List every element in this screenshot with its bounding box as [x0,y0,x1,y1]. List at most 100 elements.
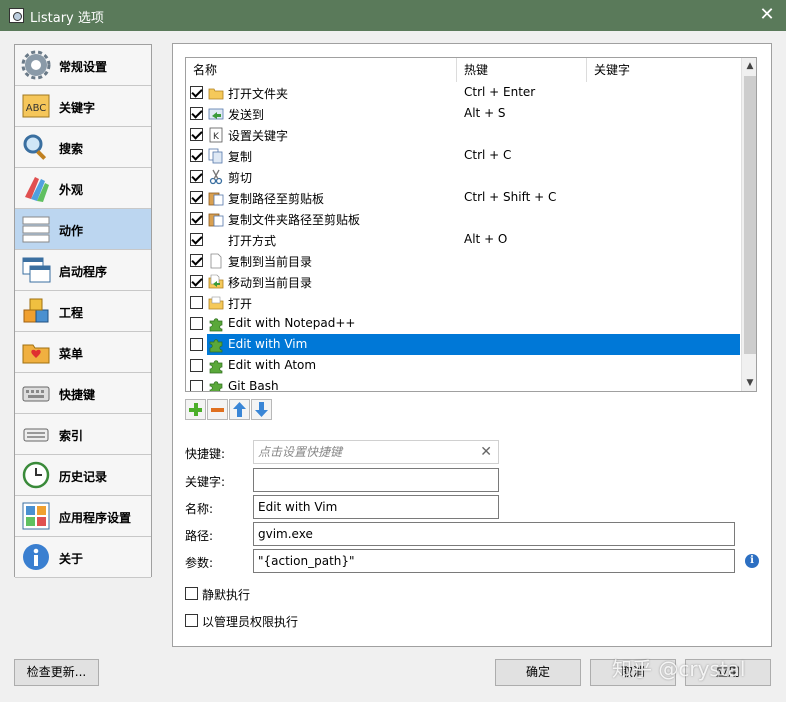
row-checkbox[interactable] [190,359,203,372]
args-input[interactable]: "{action_path}" [253,549,735,573]
path-label: 路径: [185,529,214,543]
table-row[interactable]: K 设置关键字 [186,124,741,145]
sidebar-item-label: 搜索 [59,142,84,156]
column-header-keyword[interactable]: 关键字 [587,58,741,82]
row-hotkey: Alt + S [464,106,506,120]
row-name: 复制 [228,150,253,164]
close-button[interactable]: ✕ [756,4,778,26]
sidebar-item-11[interactable]: 应用程序设置 [15,496,151,537]
sidebar-item-label: 外观 [59,183,84,197]
row-checkbox[interactable] [190,86,203,99]
keyword-icon: K [208,127,224,143]
row-name: 打开 [228,297,253,311]
move-down-button[interactable] [251,399,272,420]
scroll-up-arrow-icon[interactable]: ▲ [742,58,756,74]
row-name: 剪切 [228,171,253,185]
sidebar-item-2[interactable]: 搜索 [15,127,151,168]
table-row[interactable]: 移动到当前目录 [186,271,741,292]
sidebar-item-4[interactable]: 动作 [15,209,151,250]
name-input[interactable]: Edit with Vim [253,495,499,519]
path-input[interactable]: gvim.exe [253,522,735,546]
row-checkbox[interactable] [190,212,203,225]
keyword-input[interactable] [253,468,499,492]
row-checkbox[interactable] [190,254,203,267]
sidebar-item-12[interactable]: 关于 [15,537,151,578]
sidebar-item-label: 历史记录 [59,470,108,484]
sidebar-item-5[interactable]: 启动程序 [15,250,151,291]
sidebar-item-3[interactable]: 外观 [15,168,151,209]
svg-text:ABC: ABC [26,103,47,114]
table-row[interactable]: 发送到 Alt + S [186,103,741,124]
folder-icon [208,85,224,100]
admin-checkbox[interactable] [185,614,198,627]
app-settings-icon [21,501,52,532]
sidebar-item-6[interactable]: 工程 [15,291,151,332]
table-row[interactable]: Edit with Vim [186,334,741,355]
sidebar-item-label: 启动程序 [59,265,108,279]
sidebar-item-9[interactable]: 索引 [15,414,151,455]
row-name: 设置关键字 [228,129,289,143]
table-row[interactable]: 复制 Ctrl + C [186,145,741,166]
sidebar-item-label: 常规设置 [59,60,108,74]
sidebar-item-label: 应用程序设置 [59,511,132,525]
list-header: 名称 热键 关键字 [186,58,741,82]
window-body: 常规设置 ABC 关键字 搜索 外观 动作 启动程序 工程 菜单 快捷键 索引 历史记录 应用程序设置关… [0,31,786,702]
sidebar-item-8[interactable]: 快捷键 [15,373,151,414]
action-list: 名称 热键 关键字 打开文件夹 Ctrl + Enter 发送到 Alt + S K 设置… [185,57,757,392]
table-row[interactable]: 复制文件夹路径至剪贴板 [186,208,741,229]
row-name: 复制路径至剪贴板 [228,192,325,206]
row-checkbox[interactable] [190,317,203,330]
ok-button[interactable]: 确定 [495,659,581,686]
minus-icon [211,408,224,412]
row-name: 发送到 [228,108,265,122]
keyboard-icon [21,378,52,409]
silent-checkbox[interactable] [185,587,198,600]
list-scrollbar[interactable]: ▲ ▼ [741,58,756,391]
table-row[interactable]: 剪切 [186,166,741,187]
table-row[interactable]: 复制路径至剪贴板 Ctrl + Shift + C [186,187,741,208]
clipboard-icon [208,211,224,227]
table-row[interactable]: Git Bash [186,376,741,391]
table-row[interactable]: 打开 [186,292,741,313]
row-name: Edit with Notepad++ [228,316,356,330]
row-checkbox[interactable] [190,107,203,120]
sidebar-item-10[interactable]: 历史记录 [15,455,151,496]
row-checkbox[interactable] [190,149,203,162]
table-row[interactable]: Edit with Atom [186,355,741,376]
table-row[interactable]: 复制到当前目录 [186,250,741,271]
row-name: Edit with Atom [228,358,317,372]
table-row[interactable]: 打开文件夹 Ctrl + Enter [186,82,741,103]
row-checkbox[interactable] [190,233,203,246]
column-header-hotkey[interactable]: 热键 [457,58,587,82]
scroll-down-arrow-icon[interactable]: ▼ [742,375,756,391]
row-checkbox[interactable] [190,296,203,309]
sidebar-item-1[interactable]: ABC 关键字 [15,86,151,127]
sidebar-item-0[interactable]: 常规设置 [15,45,151,86]
table-row[interactable]: Edit with Notepad++ [186,313,741,334]
row-hotkey: Ctrl + Enter [464,85,536,99]
info-icon[interactable]: i [745,554,759,568]
row-checkbox[interactable] [190,191,203,204]
row-checkbox[interactable] [190,338,203,351]
boxes-icon [21,296,52,327]
window-title: Listary 选项 [30,11,104,26]
row-checkbox[interactable] [190,128,203,141]
plus-icon [189,403,202,416]
remove-button[interactable] [207,399,228,420]
row-checkbox[interactable] [190,380,203,391]
scroll-thumb[interactable] [744,76,756,354]
column-header-name[interactable]: 名称 [186,58,457,82]
row-checkbox[interactable] [190,275,203,288]
add-button[interactable] [185,399,206,420]
move-up-button[interactable] [229,399,250,420]
clear-hotkey-icon[interactable]: ✕ [480,441,492,463]
row-checkbox[interactable] [190,170,203,183]
clipboard-icon [208,190,224,206]
table-row[interactable]: 打开方式 Alt + O [186,229,741,250]
copy-file-icon [208,253,224,269]
hotkey-input[interactable]: 点击设置快捷键 ✕ [253,440,499,464]
row-hotkey: Alt + O [464,232,508,246]
sidebar-item-7[interactable]: 菜单 [15,332,151,373]
sidebar-item-label: 动作 [59,224,84,238]
check-update-button[interactable]: 检查更新... [14,659,99,686]
